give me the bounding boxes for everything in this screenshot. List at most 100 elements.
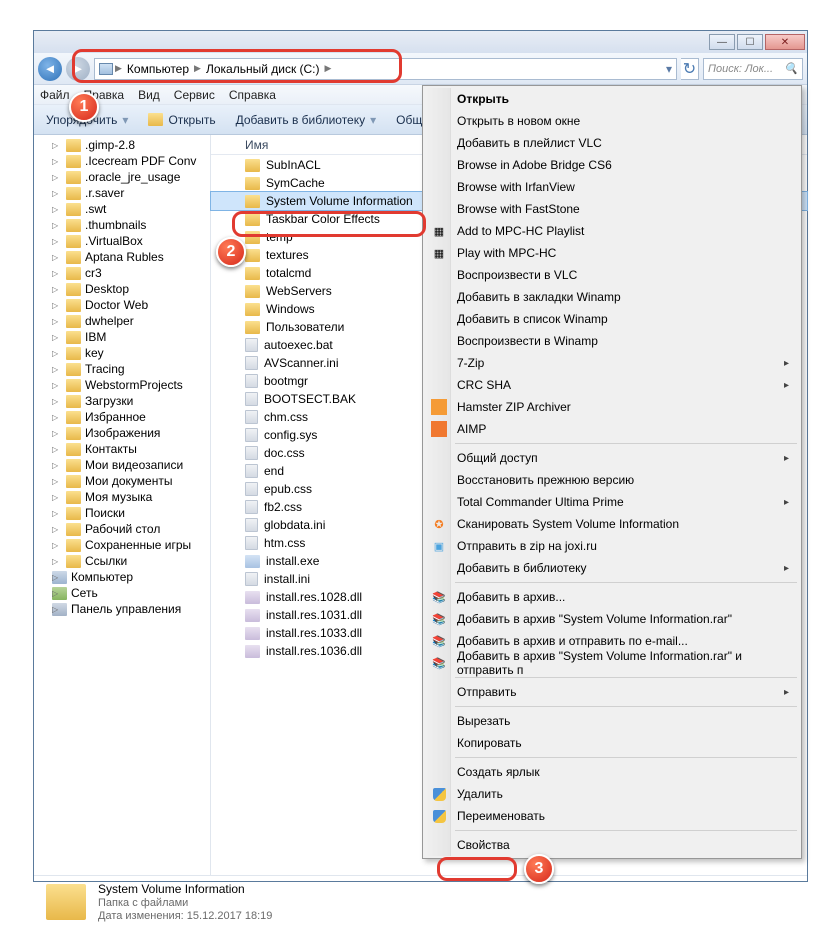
tree-item-cp[interactable]: ▷Панель управления	[34, 601, 210, 617]
folder-icon	[66, 443, 81, 456]
maximize-button[interactable]: ☐	[737, 34, 763, 50]
tree-item[interactable]: ▷WebstormProjects	[34, 377, 210, 393]
tree-item[interactable]: ▷Сохраненные игры	[34, 537, 210, 553]
winrar-icon: 📚	[431, 611, 447, 627]
nav-tree[interactable]: ▷.gimp-2.8▷.Icecream PDF Conv▷.oracle_jr…	[34, 135, 211, 875]
dll-icon	[245, 609, 260, 622]
ctx-adobe-bridge[interactable]: Browse in Adobe Bridge CS6	[425, 154, 799, 176]
ctx-cut[interactable]: Вырезать	[425, 710, 799, 732]
details-date: Дата изменения: 15.12.2017 18:19	[98, 910, 272, 922]
tree-item[interactable]: ▷Контакты	[34, 441, 210, 457]
tree-item[interactable]: ▷Поиски	[34, 505, 210, 521]
folder-icon	[66, 315, 81, 328]
tree-item[interactable]: ▷.thumbnails	[34, 217, 210, 233]
dll-icon	[245, 591, 260, 604]
folder-icon	[66, 523, 81, 536]
back-button[interactable]: ◄	[38, 57, 62, 81]
tree-item[interactable]: ▷Tracing	[34, 361, 210, 377]
ctx-winamp-play[interactable]: Воспроизвести в Winamp	[425, 330, 799, 352]
folder-icon	[66, 139, 81, 152]
ctx-vlc-play[interactable]: Воспроизвести в VLC	[425, 264, 799, 286]
folder-icon	[245, 177, 260, 190]
details-pane: System Volume Information Папка с файлам…	[34, 875, 807, 927]
ctx-total-commander[interactable]: Total Commander Ultima Prime	[425, 491, 799, 513]
file-icon	[245, 518, 258, 532]
ctx-rar-named-email[interactable]: 📚Добавить в архив "System Volume Informa…	[425, 652, 799, 674]
add-to-library-button[interactable]: Добавить в библиотеку ▾	[230, 110, 383, 130]
ctx-joxi[interactable]: ▣Отправить в zip на joxi.ru	[425, 535, 799, 557]
ctx-delete[interactable]: Удалить	[425, 783, 799, 805]
separator	[455, 757, 797, 758]
tree-item[interactable]: ▷Мои видеозаписи	[34, 457, 210, 473]
refresh-button[interactable]: ↻	[681, 58, 699, 80]
tree-item[interactable]: ▷Загрузки	[34, 393, 210, 409]
ctx-winamp-bookmark[interactable]: Добавить в закладки Winamp	[425, 286, 799, 308]
tree-item-computer[interactable]: ▷Компьютер	[34, 569, 210, 585]
minimize-button[interactable]: —	[709, 34, 735, 50]
tree-item[interactable]: ▷Изображения	[34, 425, 210, 441]
chevron-down-icon[interactable]: ▾	[666, 62, 672, 76]
ctx-winamp-list[interactable]: Добавить в список Winamp	[425, 308, 799, 330]
menu-view[interactable]: Вид	[138, 88, 160, 102]
ctx-send-to[interactable]: Отправить	[425, 681, 799, 703]
ctx-crc-sha[interactable]: CRC SHA	[425, 374, 799, 396]
tree-item[interactable]: ▷Aptana Rubles	[34, 249, 210, 265]
search-input[interactable]: Поиск: Лок... 🔍	[703, 58, 803, 80]
folder-icon	[245, 159, 260, 172]
ctx-share[interactable]: Общий доступ	[425, 447, 799, 469]
computer-icon	[99, 63, 113, 75]
ctx-add-to-library[interactable]: Добавить в библиотеку	[425, 557, 799, 579]
ctx-copy[interactable]: Копировать	[425, 732, 799, 754]
folder-icon	[66, 539, 81, 552]
ctx-vlc-add[interactable]: Добавить в плейлист VLC	[425, 132, 799, 154]
tree-item[interactable]: ▷.swt	[34, 201, 210, 217]
folder-icon	[245, 213, 260, 226]
menu-tools[interactable]: Сервис	[174, 88, 215, 102]
ctx-mpc-add[interactable]: ▦Add to MPC-HC Playlist	[425, 220, 799, 242]
tree-item[interactable]: ▷.gimp-2.8	[34, 137, 210, 153]
tree-item[interactable]: ▷Desktop	[34, 281, 210, 297]
ctx-hamster-zip[interactable]: Hamster ZIP Archiver	[425, 396, 799, 418]
ctx-rar-add[interactable]: 📚Добавить в архив...	[425, 586, 799, 608]
ctx-open[interactable]: Открыть	[425, 88, 799, 110]
tree-item[interactable]: ▷.r.saver	[34, 185, 210, 201]
ctx-create-shortcut[interactable]: Создать ярлык	[425, 761, 799, 783]
tree-item[interactable]: ▷key	[34, 345, 210, 361]
tree-item[interactable]: ▷dwhelper	[34, 313, 210, 329]
ctx-properties[interactable]: Свойства	[425, 834, 799, 856]
ctx-rename[interactable]: Переименовать	[425, 805, 799, 827]
ctx-rar-add-named[interactable]: 📚Добавить в архив "System Volume Informa…	[425, 608, 799, 630]
breadcrumb-computer[interactable]: Компьютер	[124, 62, 192, 76]
forward-button[interactable]: ►	[66, 57, 90, 81]
ctx-mpc-play[interactable]: ▦Play with MPC-HC	[425, 242, 799, 264]
ctx-restore-previous[interactable]: Восстановить прежнюю версию	[425, 469, 799, 491]
tree-item[interactable]: ▷Моя музыка	[34, 489, 210, 505]
folder-icon	[66, 363, 81, 376]
tree-item[interactable]: ▷IBM	[34, 329, 210, 345]
folder-icon	[245, 195, 260, 208]
menu-file[interactable]: Файл	[40, 88, 70, 102]
tree-item-network[interactable]: ▷Сеть	[34, 585, 210, 601]
tree-item[interactable]: ▷Избранное	[34, 409, 210, 425]
open-button[interactable]: Открыть	[142, 110, 221, 130]
ctx-open-new-window[interactable]: Открыть в новом окне	[425, 110, 799, 132]
ctx-faststone[interactable]: Browse with FastStone	[425, 198, 799, 220]
breadcrumb-drive-c[interactable]: Локальный диск (C:)	[203, 62, 323, 76]
ctx-7zip[interactable]: 7-Zip	[425, 352, 799, 374]
address-bar[interactable]: ▶ Компьютер ▶ Локальный диск (C:) ▶ ▾	[94, 58, 677, 80]
tree-item[interactable]: ▷Рабочий стол	[34, 521, 210, 537]
avast-icon: ✪	[431, 516, 447, 532]
ctx-irfanview[interactable]: Browse with IrfanView	[425, 176, 799, 198]
chevron-right-icon: ▶	[325, 63, 332, 74]
tree-item[interactable]: ▷.oracle_jre_usage	[34, 169, 210, 185]
tree-item[interactable]: ▷.Icecream PDF Conv	[34, 153, 210, 169]
tree-item[interactable]: ▷.VirtualBox	[34, 233, 210, 249]
tree-item[interactable]: ▷Ссылки	[34, 553, 210, 569]
tree-item[interactable]: ▷Doctor Web	[34, 297, 210, 313]
tree-item[interactable]: ▷Мои документы	[34, 473, 210, 489]
close-button[interactable]: ✕	[765, 34, 805, 50]
ctx-avast-scan[interactable]: ✪Сканировать System Volume Information	[425, 513, 799, 535]
tree-item[interactable]: ▷cr3	[34, 265, 210, 281]
menu-help[interactable]: Справка	[229, 88, 276, 102]
ctx-aimp[interactable]: AIMP	[425, 418, 799, 440]
